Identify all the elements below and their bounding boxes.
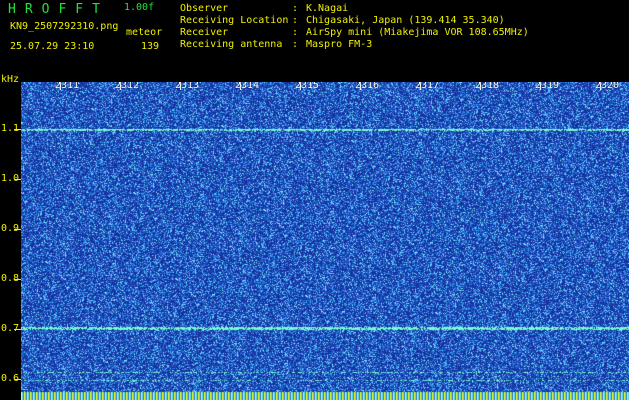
meta-value-receiver: AirSpy mini (Miakejima VOR 108.65MHz) [306,27,529,38]
meta-value-location: Chigasaki, Japan (139.414 35.340) [306,15,505,26]
time-label-2311: 2311 [55,82,80,91]
spectrogram-canvas [21,82,629,400]
meta-location: Receiving Location: Chigasaki, Japan (139… [180,16,505,26]
time-label-2316: 2316 [355,82,380,91]
file-name: KN9_2507292310.png [10,21,119,32]
meta-key-receiver: Receiver [180,27,229,38]
observation-datetime: 25.07.29 23:10 [10,41,95,52]
meta-separator: : [292,15,299,26]
spectrogram: 2311 2312 2313 2314 2315 2316 2317 2318 … [21,82,629,400]
time-label-2320: 2320 [595,82,620,91]
meta-receiver: Receiver: AirSpy mini (Miakejima VOR 108.… [180,28,529,38]
freq-tick [14,329,21,330]
freq-tick [14,229,21,230]
meta-value-observer: K.Nagai [306,3,349,14]
observation-mode: meteor [126,27,163,38]
time-label-2318: 2318 [475,82,500,91]
time-label-2319: 2319 [535,82,560,91]
freq-tick [14,379,21,380]
freq-tick [14,179,21,180]
meta-separator: : [292,3,299,14]
app-title: HROFFT [8,2,109,17]
time-label-2313: 2313 [175,82,200,91]
app-version: 1.00f [124,2,155,13]
time-label-2312: 2312 [115,82,140,91]
meta-separator: : [292,39,299,50]
freq-tick [14,279,21,280]
meta-key-observer: Observer [180,3,229,14]
time-label-2317: 2317 [415,82,440,91]
meta-antenna: Receiving antenna: Maspro FM-3 [180,40,372,50]
meta-key-antenna: Receiving antenna [180,39,283,50]
meta-key-location: Receiving Location [180,15,289,26]
freq-tick [14,129,21,130]
meta-observer: Observer: K.Nagai [180,4,348,14]
meta-separator: : [292,27,299,38]
time-label-2315: 2315 [295,82,320,91]
time-label-2314: 2314 [235,82,260,91]
freq-unit-label: kHz [1,74,20,85]
meteor-count: 139 [141,41,160,52]
meta-value-antenna: Maspro FM-3 [306,39,373,50]
